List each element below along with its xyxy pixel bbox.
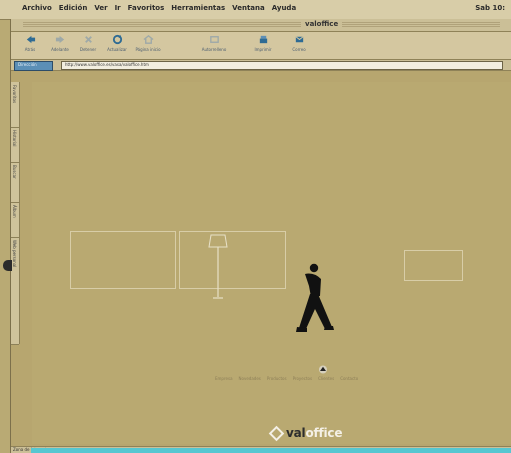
link-clientes[interactable]: Clientes	[318, 376, 334, 381]
menu-edicion[interactable]: Edición	[59, 4, 88, 12]
mail-icon	[295, 36, 303, 43]
floor-lamp-icon	[208, 234, 228, 299]
sidebar-tab-historial[interactable]: Historial	[11, 127, 19, 163]
title-grip	[23, 22, 500, 28]
menu-herramientas[interactable]: Herramientas	[171, 4, 225, 12]
sidebar-tab-buscar[interactable]: Buscar	[11, 162, 19, 203]
link-novedades[interactable]: Novedades	[239, 376, 261, 381]
print-button[interactable]: Imprimir	[250, 34, 276, 58]
mail-button[interactable]: Correo	[286, 34, 312, 58]
print-icon	[259, 35, 267, 44]
link-empresa[interactable]: Empresa	[215, 376, 233, 381]
explorer-sidebar: Favoritos Historial Buscar Álbum Web per…	[3, 82, 20, 345]
frame-right	[404, 250, 463, 281]
home-button[interactable]: Página inicio	[135, 34, 161, 58]
window-title: valoffice	[301, 20, 343, 28]
walking-man-icon	[296, 263, 334, 332]
link-contacto[interactable]: Contacto	[340, 376, 358, 381]
back-button[interactable]: Atrás	[17, 34, 43, 58]
frame-center	[179, 231, 286, 289]
clock: Sab 10:	[475, 4, 505, 12]
print-label: Imprimir	[254, 47, 272, 52]
title-bar[interactable]: valoffice	[11, 19, 511, 32]
home-icon	[142, 34, 154, 44]
logo-wordmark: valoffice	[286, 426, 343, 440]
valoffice-logo: valoffice	[268, 425, 343, 441]
site-nav-links: Empresa Novedades Productos Proyectos Cl…	[215, 376, 358, 381]
stop-label: Detener	[79, 47, 97, 52]
address-label: Dirección	[14, 61, 53, 71]
sidebar-tab-album[interactable]: Álbum	[11, 202, 19, 238]
refresh-label: Actualizar	[107, 47, 127, 52]
arrow-up-icon[interactable]	[318, 365, 328, 374]
menu-items: Archivo Edición Ver Ir Favoritos Herrami…	[22, 4, 296, 12]
logo-diamond-icon	[268, 425, 285, 441]
address-input[interactable]: http://www.valoffice.es/vasa/valoffice.h…	[61, 61, 503, 70]
browser-window: valoffice Atrás Adelante Detener Actuali…	[3, 19, 511, 453]
autofill-button[interactable]: Autorrelleno	[201, 34, 227, 58]
home-label: Página inicio	[135, 47, 161, 52]
menu-ir[interactable]: Ir	[115, 4, 121, 12]
browser-toolbar: Atrás Adelante Detener Actualizar Página…	[11, 32, 511, 60]
forward-label: Adelante	[51, 47, 69, 52]
address-url: http://www.valoffice.es/vasa/valoffice.h…	[65, 62, 149, 67]
menu-bar: Archivo Edición Ver Ir Favoritos Herrami…	[0, 0, 511, 20]
refresh-icon	[112, 34, 122, 45]
menu-ventana[interactable]: Ventana	[232, 4, 265, 12]
refresh-button[interactable]: Actualizar	[104, 34, 130, 58]
status-progress-bar	[31, 448, 511, 453]
desktop-screen: Archivo Edición Ver Ir Favoritos Herrami…	[0, 0, 511, 453]
status-bar: Zona de Internet	[11, 446, 511, 453]
forward-button[interactable]: Adelante	[47, 34, 73, 58]
menu-archivo[interactable]: Archivo	[22, 4, 52, 12]
sidebar-tab-favoritos[interactable]: Favoritos	[11, 82, 19, 128]
stop-icon	[84, 36, 92, 43]
frame-left	[70, 231, 176, 289]
mail-label: Correo	[292, 47, 306, 52]
back-arrow-icon	[26, 35, 35, 44]
menu-favoritos[interactable]: Favoritos	[128, 4, 165, 12]
sidebar-handle[interactable]	[3, 260, 12, 271]
forward-arrow-icon	[55, 35, 64, 44]
stop-button[interactable]: Detener	[75, 34, 101, 58]
autofill-icon	[209, 36, 219, 43]
menu-ver[interactable]: Ver	[94, 4, 107, 12]
link-proyectos[interactable]: Proyectos	[293, 376, 312, 381]
address-bar: Dirección http://www.valoffice.es/vasa/v…	[11, 60, 511, 71]
sidebar-tab-web-personal[interactable]: Web personal	[11, 237, 19, 345]
back-label: Atrás	[24, 47, 36, 52]
autofill-label: Autorrelleno	[201, 47, 227, 52]
link-productos[interactable]: Productos	[267, 376, 287, 381]
menu-ayuda[interactable]: Ayuda	[272, 4, 296, 12]
web-content: Empresa Novedades Productos Proyectos Cl…	[32, 82, 511, 444]
